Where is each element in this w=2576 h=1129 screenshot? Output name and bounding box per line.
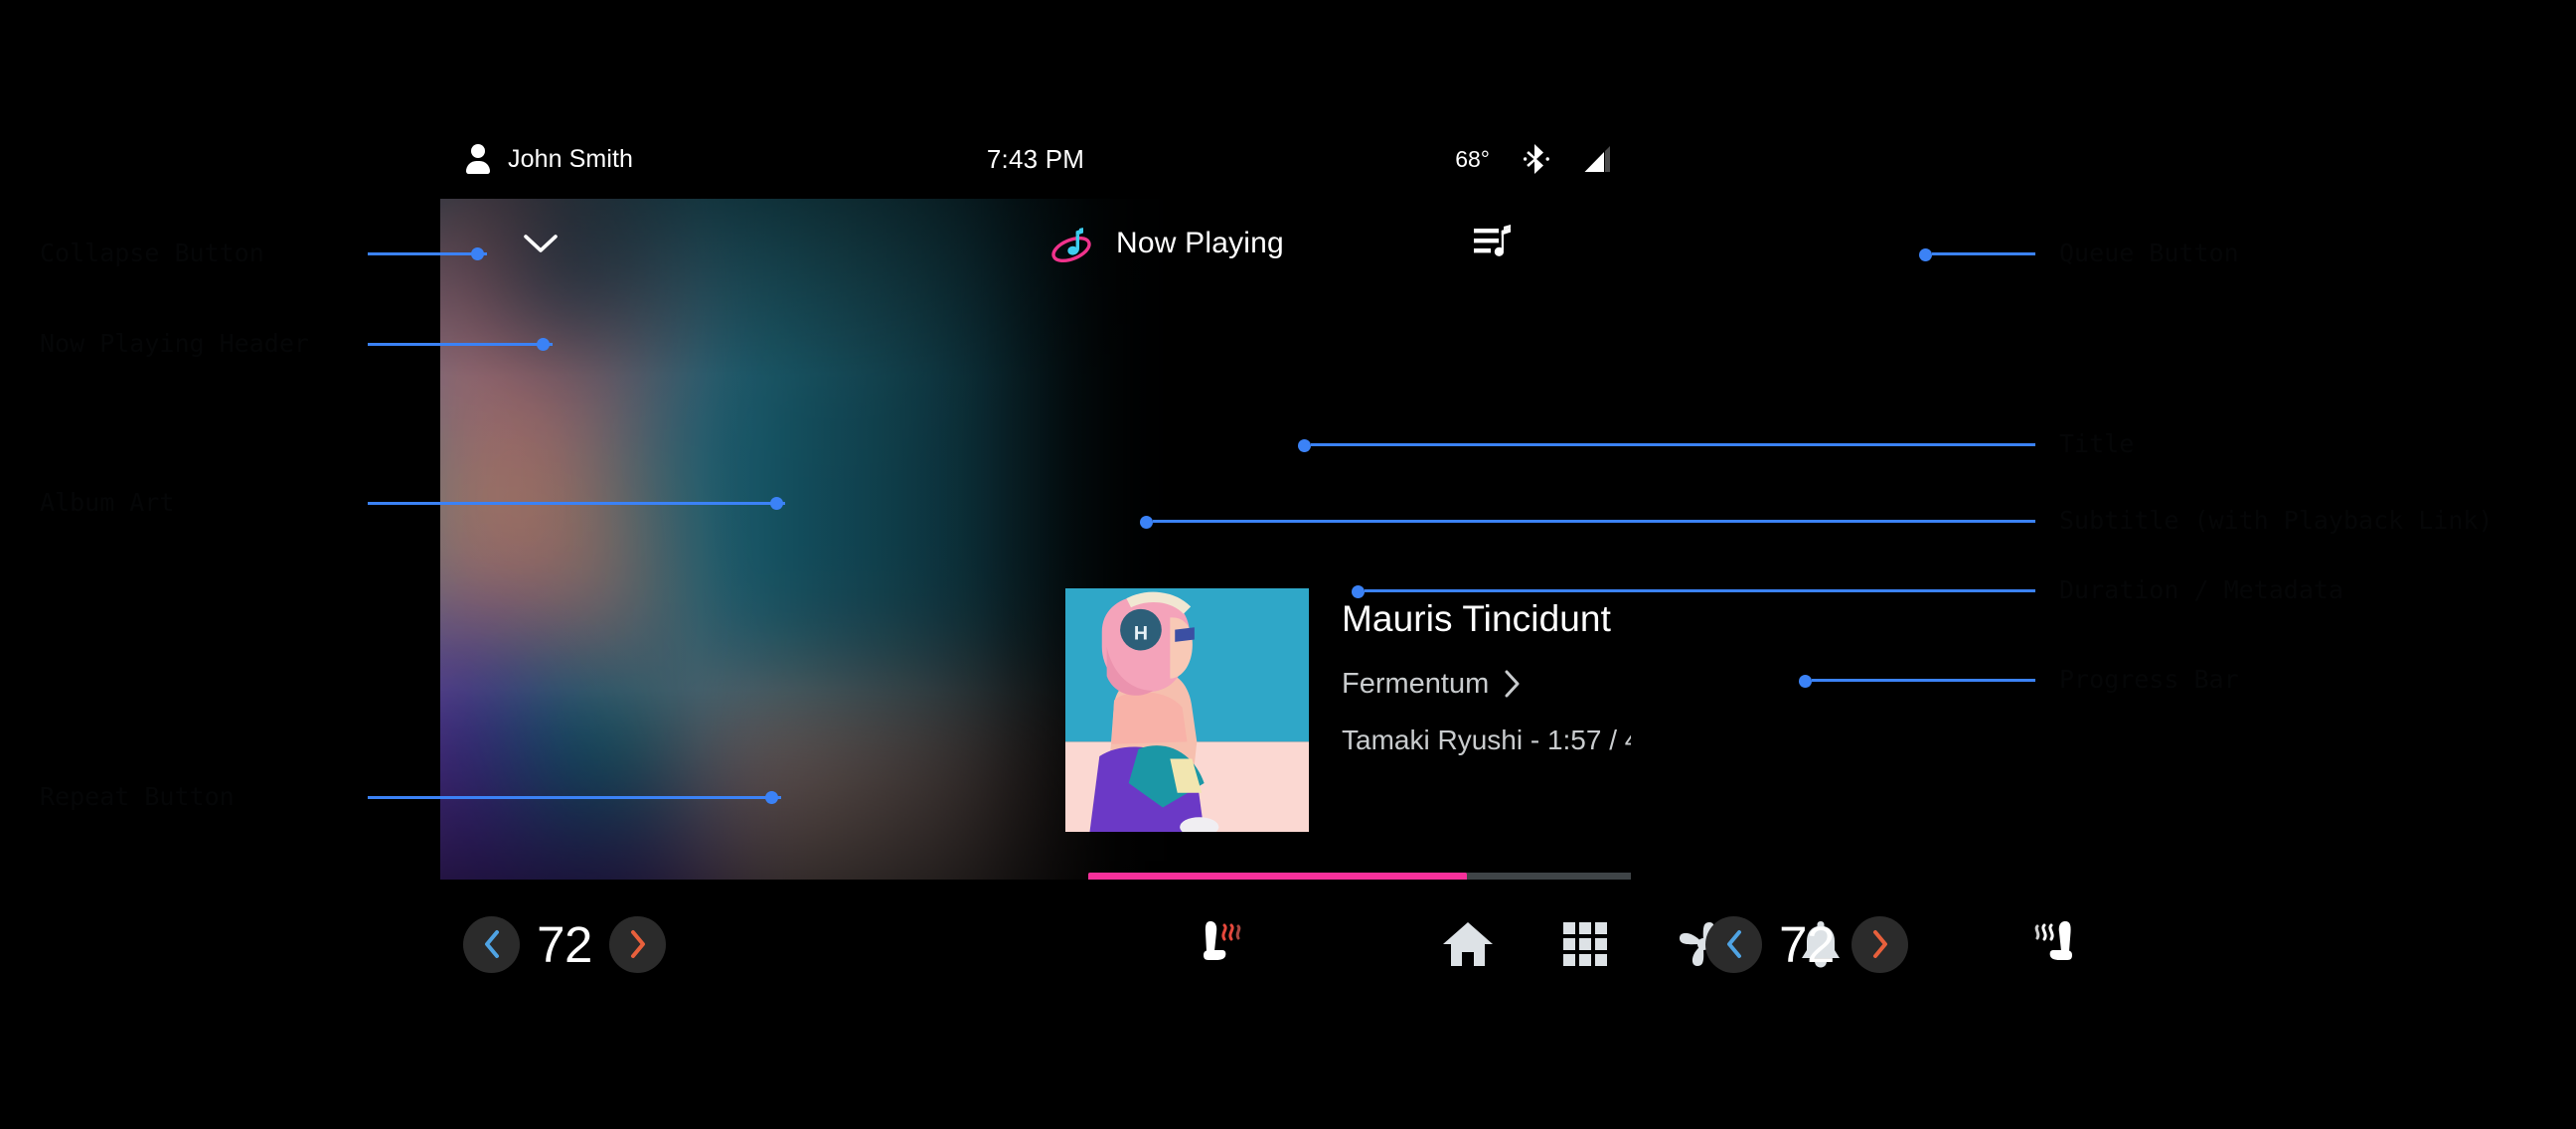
driver-heated-seat-button[interactable] bbox=[1185, 915, 1244, 975]
chevron-left-icon bbox=[1726, 930, 1741, 958]
track-metadata: Tamaki Ryushi - 1:57 / 4:17 bbox=[1342, 725, 1631, 755]
passenger-temp-decrease-button[interactable] bbox=[1705, 915, 1762, 973]
track-title: Mauris Tincidunt bbox=[1342, 598, 1611, 639]
track-info: Mauris Tincidunt Fermentum Tamaki Ryushi… bbox=[1342, 596, 1631, 757]
music-note-orbit-icon bbox=[1049, 225, 1095, 266]
annotation-label-metadata: Duration / Metadata bbox=[2059, 575, 2343, 604]
apps-grid-icon bbox=[1563, 922, 1607, 966]
track-subtitle-link[interactable]: Fermentum bbox=[1342, 666, 1631, 702]
annotation-label-progress: Progress Bar bbox=[2059, 665, 2239, 694]
annotation-label-queue: Queue Button bbox=[2059, 239, 2239, 267]
chevron-left-icon bbox=[484, 930, 499, 958]
heated-seat-icon bbox=[2034, 921, 2072, 960]
svg-text:H: H bbox=[1134, 622, 1148, 644]
annotation-line-progress bbox=[1812, 679, 2035, 682]
clock: 7:43 PM bbox=[986, 143, 1085, 174]
annotation-label-subtitle: Subtitle (with Playback Link) bbox=[2059, 506, 2494, 535]
annotation-label-title: Title bbox=[2059, 429, 2135, 458]
chevron-right-icon bbox=[1505, 670, 1520, 698]
home-icon bbox=[1443, 922, 1493, 966]
annotation-line-queue bbox=[1932, 252, 2035, 255]
driver-temp-decrease-button[interactable] bbox=[463, 915, 520, 973]
annotation-label-header: Now Playing Header bbox=[40, 329, 309, 358]
backdrop-vignette bbox=[440, 199, 1631, 880]
bluetooth-icon bbox=[1524, 143, 1549, 175]
annotation-label-album-art: Album Art bbox=[40, 488, 175, 517]
annotation-dot-progress bbox=[1799, 675, 1812, 688]
driver-temp-increase-button[interactable] bbox=[609, 915, 666, 973]
now-playing-panel: Now Playing H Mauris Tincidunt Fermentum… bbox=[440, 199, 1631, 880]
annotation-dot-queue bbox=[1919, 248, 1932, 261]
passenger-temp-value: 72 bbox=[1779, 915, 1835, 973]
driver-temp-value: 72 bbox=[537, 915, 592, 973]
queue-button[interactable] bbox=[1470, 221, 1518, 266]
passenger-temp-control: 72 bbox=[1705, 901, 1908, 987]
bottom-nav-bar: 72 72 bbox=[440, 880, 2136, 1009]
media-header: Now Playing bbox=[440, 199, 1631, 288]
chevron-down-icon bbox=[524, 235, 558, 252]
car-infotainment-screen: John Smith 7:43 PM 68° Now Playing H Mau… bbox=[0, 0, 2576, 1129]
outside-temperature: 68° bbox=[1455, 145, 1490, 172]
passenger-temp-increase-button[interactable] bbox=[1852, 915, 1908, 973]
nav-home-button[interactable] bbox=[1437, 913, 1499, 975]
queue-music-icon bbox=[1474, 225, 1511, 256]
passenger-heated-seat-button[interactable] bbox=[2031, 915, 2091, 975]
album-art[interactable]: H bbox=[1065, 588, 1309, 832]
chevron-right-icon bbox=[630, 930, 645, 958]
nav-apps-button[interactable] bbox=[1554, 913, 1616, 975]
annotation-label-repeat: Repeat Button bbox=[40, 782, 235, 811]
annotation-label-collapse: Collapse Button bbox=[40, 239, 264, 267]
heated-seat-icon bbox=[1204, 921, 1241, 960]
driver-temp-control: 72 bbox=[463, 901, 666, 987]
collapse-button[interactable] bbox=[515, 221, 566, 266]
page-title: Now Playing bbox=[1116, 227, 1284, 259]
status-icons: 68° bbox=[1455, 129, 1613, 189]
chevron-right-icon bbox=[1872, 930, 1887, 958]
progress-bar[interactable] bbox=[1088, 873, 1631, 880]
cell-signal-icon bbox=[1583, 145, 1613, 173]
track-subtitle-label: Fermentum bbox=[1342, 668, 1490, 700]
progress-bar-fill bbox=[1088, 873, 1467, 880]
status-bar: John Smith 7:43 PM 68° bbox=[440, 129, 1631, 189]
